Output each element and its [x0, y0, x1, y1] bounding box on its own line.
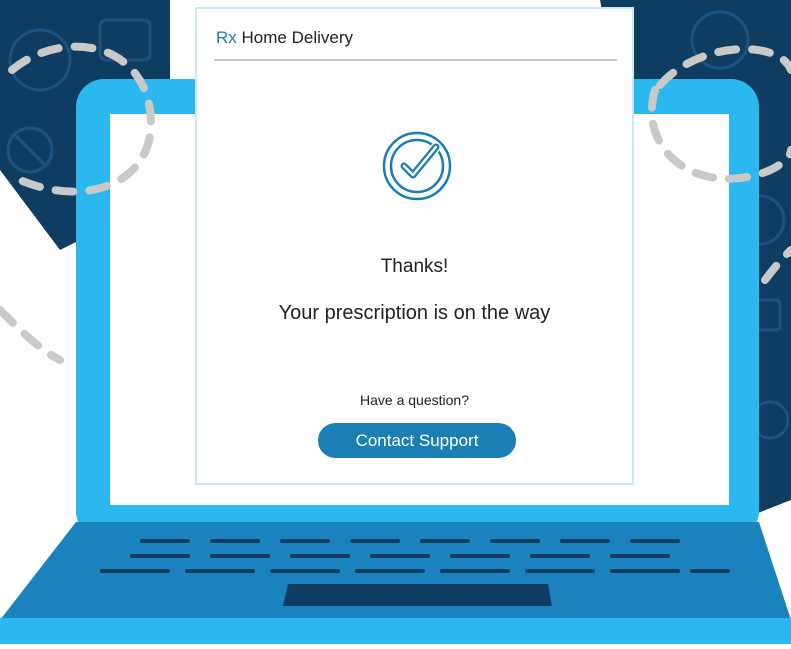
dialog-header: Rx Home Delivery [214, 9, 617, 61]
confirmation-message: Your prescription is on the way [278, 302, 551, 324]
confirmation-dialog: Rx Home Delivery Thanks! Your prescripti… [195, 7, 634, 485]
app-brand: Rx Home Delivery [216, 28, 353, 48]
brand-name: Home Delivery [241, 28, 353, 47]
thanks-heading: Thanks! [380, 256, 449, 277]
brand-rx-prefix: Rx [216, 28, 237, 47]
check-circle-icon [382, 131, 452, 201]
contact-support-button[interactable]: Contact Support [318, 423, 516, 458]
support-question: Have a question? [360, 392, 469, 408]
